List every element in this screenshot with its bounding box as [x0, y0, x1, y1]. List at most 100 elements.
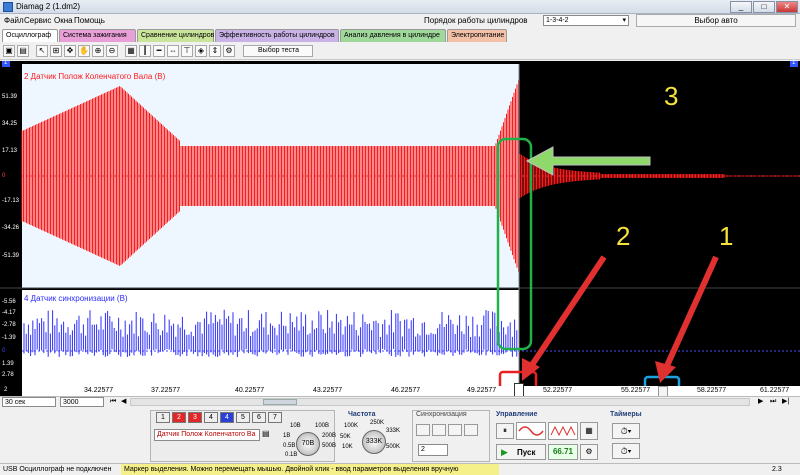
scroll-first-icon[interactable]: ⏮	[110, 398, 117, 406]
test-select-button[interactable]: Выбор теста	[243, 45, 313, 57]
scroll-step-icon[interactable]: ▶|	[782, 398, 794, 406]
annotation-2: 2	[616, 221, 631, 251]
menu-help[interactable]: Помощь	[74, 16, 105, 25]
menu-windows[interactable]: Окна	[54, 16, 73, 25]
sync-rise-icon[interactable]	[416, 424, 430, 436]
ch4-tick: -5.56	[2, 299, 16, 305]
tab-pressure-analysis[interactable]: Анализ давления в цилиндре	[340, 29, 446, 42]
rate-settings-icon[interactable]: ⚙	[580, 444, 598, 460]
cylinder-order-value: 1-3-4-2	[546, 17, 569, 24]
scrollbar-thumb[interactable]	[263, 399, 297, 405]
cursor-icon[interactable]: ↖	[36, 45, 48, 57]
menu-service[interactable]: Сервис	[24, 16, 51, 25]
scroll-bar-row: 30 сек 3000 ⏮ ◀ ▶ ⏭ ▶|	[0, 396, 800, 407]
pause-icon[interactable]: ⏸	[496, 423, 514, 439]
sync-single-icon[interactable]	[464, 424, 478, 436]
mode-sine-button[interactable]	[516, 422, 546, 440]
pulse-icon	[550, 425, 576, 437]
x-tick: 52.22577	[543, 387, 573, 394]
marker-top-right-label: 1	[792, 60, 796, 66]
ch4-tick: 1.39	[2, 361, 14, 367]
cylinder-order-label: Порядок работы цилиндров	[424, 16, 528, 25]
zoom-out-icon[interactable]: ⊖	[106, 45, 118, 57]
ch2-tick: 34.25	[2, 121, 18, 127]
channel-4-button[interactable]: 4	[220, 412, 234, 423]
start-button[interactable]: ▶ Пуск	[496, 444, 546, 460]
cursor-vertical-icon[interactable]: ┃	[139, 45, 151, 57]
annotation-arrow-3	[525, 146, 651, 176]
maximize-button[interactable]: □	[753, 1, 775, 13]
tab-cylinder-efficiency[interactable]: Эффективность работы цилиндров	[215, 29, 339, 42]
frequency-knob[interactable]: 333K	[362, 430, 386, 454]
samples-select[interactable]: 3000	[60, 397, 104, 407]
ch2-tick: 17.13	[2, 148, 18, 154]
channel-1-button[interactable]: 1	[156, 412, 170, 423]
grid-icon[interactable]: ▦	[125, 45, 137, 57]
cursor-horizontal-icon[interactable]: ━	[153, 45, 165, 57]
zoom-in-icon[interactable]: ⊕	[92, 45, 104, 57]
auto-select-button[interactable]: Выбор авто	[636, 14, 796, 27]
ch4-tick: 2.78	[2, 372, 14, 378]
tab-power-supply[interactable]: Электропитание	[447, 29, 507, 42]
ch2-tick: 51.39	[2, 94, 18, 100]
horizontal-scrollbar[interactable]	[130, 398, 750, 406]
channel-2-button[interactable]: 2	[172, 412, 186, 423]
channel-3b-button[interactable]: 4	[204, 412, 218, 423]
auto-mode-icon[interactable]: ▦	[580, 422, 598, 440]
channel-7-button[interactable]: 7	[268, 412, 282, 423]
sync-channel-select[interactable]: 2	[418, 444, 448, 456]
scroll-last-icon[interactable]: ⏭	[770, 398, 777, 406]
voltage-knob-label: 100B	[315, 423, 330, 429]
zoom-fit-icon[interactable]: ⊞	[50, 45, 62, 57]
title-bar: Diamag 2 (1.dm2) _ □ ✕	[0, 0, 800, 14]
scale-icon[interactable]: ⇕	[209, 45, 221, 57]
freq-knob-label: 100K	[344, 423, 359, 429]
hand-icon[interactable]: ✋	[78, 45, 90, 57]
selection-marker-handle[interactable]	[514, 383, 524, 397]
channel-6-button[interactable]: 6	[252, 412, 266, 423]
voltage-knob[interactable]: 70B	[296, 432, 320, 456]
channel-5-button[interactable]: 5	[236, 412, 250, 423]
time-scale-select[interactable]: 30 сек	[2, 397, 56, 407]
chevron-down-icon: ▾	[622, 17, 626, 24]
sync-fall-icon[interactable]	[432, 424, 446, 436]
samples-value: 3000	[63, 399, 79, 406]
move-icon[interactable]: ✥	[64, 45, 76, 57]
x-tick: 61.22577	[760, 387, 790, 394]
tab-oscilloscope[interactable]: Осциллограф	[2, 29, 58, 42]
channel-sensor-select[interactable]: Датчик Полож Коленчатого Ва	[154, 429, 260, 441]
mode-pulse-button[interactable]	[548, 422, 578, 440]
settings-icon[interactable]: ⚙	[223, 45, 235, 57]
menu-bar: Файл Сервис Окна Помощь Порядок работы ц…	[0, 14, 800, 28]
status-hint: Маркер выделения. Можно перемещать мышью…	[121, 464, 499, 475]
menu-file[interactable]: Файл	[4, 16, 24, 25]
freq-knob-label: 50K	[340, 434, 351, 440]
voltage-knob-label: 1B	[283, 433, 291, 439]
scroll-right-icon[interactable]: ▶	[758, 398, 765, 406]
save-icon[interactable]: ▤	[17, 45, 29, 57]
ch2-tick: -17.13	[2, 198, 20, 204]
control-title: Управление	[496, 411, 538, 418]
app-icon	[3, 2, 13, 12]
marker-icon[interactable]: ◈	[195, 45, 207, 57]
timer-2-icon[interactable]: ⏱▾	[612, 443, 640, 459]
oscilloscope-plot[interactable]: 51.39 34.25 17.13 0 -17.13 -34.26 -51.39…	[0, 60, 800, 397]
version-label: 2.3	[772, 466, 782, 473]
tab-cylinder-compare[interactable]: Сравнение цилиндров	[137, 29, 214, 42]
close-button[interactable]: ✕	[776, 1, 798, 13]
sensor-config-icon[interactable]: ▤	[262, 429, 272, 441]
scroll-left-icon[interactable]: ◀	[121, 398, 128, 406]
freq-knob-label: 500K	[386, 444, 401, 450]
open-icon[interactable]: ▣	[3, 45, 15, 57]
ch2-label: 2 Датчик Полож Коленчатого Вала (В)	[24, 72, 166, 81]
tab-ignition[interactable]: Система зажигания	[59, 29, 136, 42]
cylinder-order-select[interactable]: 1-3-4-2 ▾	[543, 15, 629, 26]
voltage-knob-label: 500B	[322, 443, 337, 449]
channel-3-button[interactable]: 3	[188, 412, 202, 423]
x-tick: 49.22577	[467, 387, 497, 394]
minimize-button[interactable]: _	[730, 1, 752, 13]
sync-auto-icon[interactable]	[448, 424, 462, 436]
trigger-icon[interactable]: ⊤	[181, 45, 193, 57]
measure-icon[interactable]: ⇔	[167, 45, 179, 57]
timer-1-icon[interactable]: ⏱▾	[612, 423, 640, 439]
